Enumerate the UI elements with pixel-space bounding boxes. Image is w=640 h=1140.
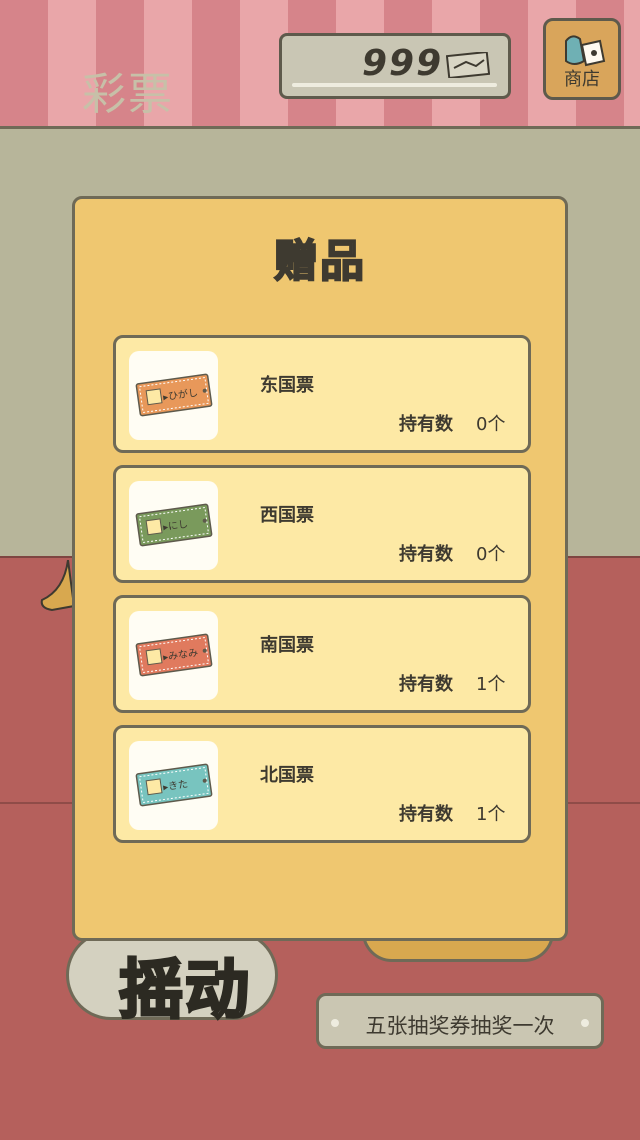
shake-button[interactable]: 摇动 [66, 930, 278, 1030]
gift-thumbnail: ▸きた [129, 741, 218, 830]
holding-label: 持有数 [399, 414, 453, 435]
holding-count: 0个 [476, 544, 506, 565]
hint-text: 五张抽奖券抽奖一次 [365, 1014, 555, 1038]
popup-title: 赠品 [273, 235, 366, 288]
hint-banner: 五张抽奖券抽奖一次 [316, 993, 604, 1049]
gifts-popup: 赠品 ▸ひがし 东国票 持有数 0个 ▸にし 西国票 持有数 0个 ▸みなみ 南国票 持有数 1个 ▸き… [72, 196, 568, 941]
hint-dot-right [581, 1019, 589, 1027]
lottery-ticket-icon [446, 52, 490, 78]
ticket-count: 999 [362, 43, 444, 84]
gift-thumbnail: ▸ひがし [129, 351, 218, 440]
gift-name: 南国票 [260, 635, 314, 656]
shake-label: 摇动 [118, 953, 251, 1030]
ticket-south-icon: ▸みなみ [135, 633, 213, 677]
gift-name: 东国票 [260, 375, 314, 396]
holding-count: 0个 [476, 414, 506, 435]
gift-thumbnail: ▸みなみ [129, 611, 218, 700]
ticket-east-icon: ▸ひがし [135, 373, 213, 417]
gift-thumbnail: ▸にし [129, 481, 218, 570]
holding-count: 1个 [476, 674, 506, 695]
holding-count: 1个 [476, 804, 506, 825]
gift-item[interactable]: ▸にし 西国票持有数 0个 [113, 465, 531, 583]
holding-label: 持有数 [399, 544, 453, 565]
gift-name: 北国票 [260, 765, 314, 786]
shop-button[interactable]: 商店 [543, 18, 621, 100]
holding-label: 持有数 [399, 804, 453, 825]
ticket-west-icon: ▸にし [135, 503, 213, 547]
page-title: 彩票 [82, 69, 174, 120]
gift-item[interactable]: ▸みなみ 南国票持有数 1个 [113, 595, 531, 713]
ticket-north-icon: ▸きた [135, 763, 213, 807]
holding-label: 持有数 [399, 674, 453, 695]
ticket-counter: 999 [279, 33, 511, 99]
shop-label: 商店 [564, 69, 600, 90]
gift-name: 西国票 [260, 505, 314, 526]
gift-item[interactable]: ▸きた 北国票持有数 1个 [113, 725, 531, 843]
gift-item[interactable]: ▸ひがし 东国票持有数 0个 [113, 335, 531, 453]
counter-underline [292, 83, 497, 87]
